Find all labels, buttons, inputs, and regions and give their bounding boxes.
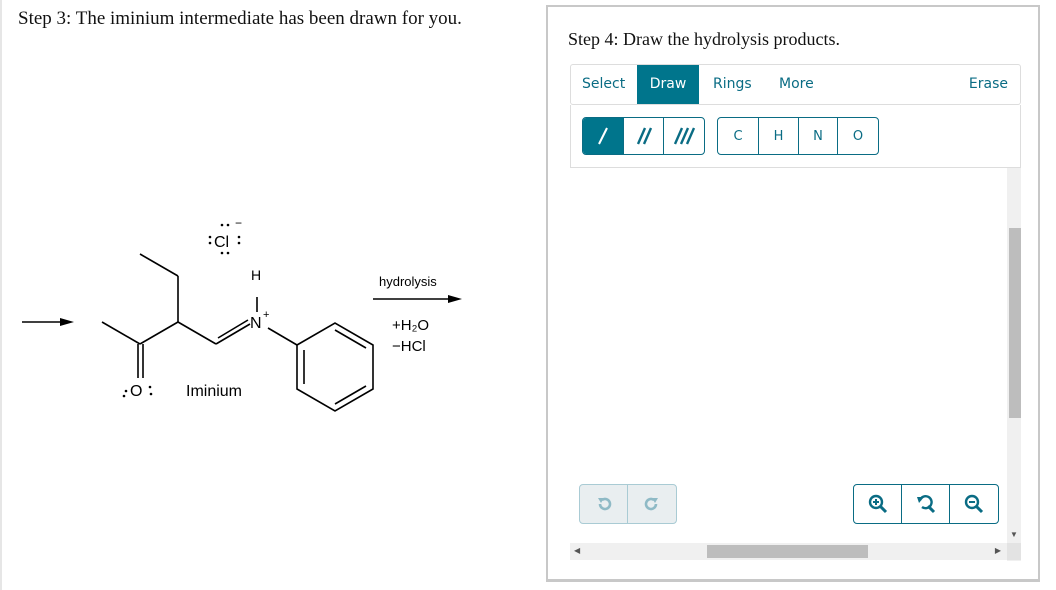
tab-more[interactable]: More bbox=[779, 65, 814, 104]
tool-area: C H N O bbox=[570, 105, 1021, 168]
horizontal-scroll-thumb[interactable] bbox=[707, 545, 868, 558]
tab-draw[interactable]: Draw bbox=[637, 65, 699, 104]
double-bond-button[interactable] bbox=[624, 118, 664, 154]
scroll-left-arrow-icon[interactable]: ◀ bbox=[574, 546, 580, 555]
draw-panel: Step 4: Draw the hydrolysis products. Se… bbox=[546, 5, 1040, 582]
vertical-scroll-thumb[interactable] bbox=[1009, 228, 1021, 418]
iminium-structure: O N + H Cl − Iminium hydrolysis +H₂O −HC… bbox=[22, 216, 462, 412]
chloride-charge: − bbox=[235, 216, 242, 230]
atom-o-button[interactable]: O bbox=[838, 118, 878, 154]
incoming-arrow bbox=[22, 318, 74, 326]
step4-title: Step 4: Draw the hydrolysis products. bbox=[568, 29, 840, 49]
editor-tabs: Select Draw Rings More Erase bbox=[570, 64, 1021, 105]
reset-zoom-button[interactable] bbox=[902, 485, 950, 523]
hydrolysis-arrow bbox=[373, 295, 462, 303]
single-bond-button[interactable] bbox=[583, 118, 625, 154]
triple-bond-icon bbox=[673, 127, 695, 145]
reset-zoom-icon bbox=[916, 495, 935, 514]
double-bond-icon bbox=[636, 127, 652, 145]
scroll-down-arrow-icon[interactable]: ▼ bbox=[1010, 530, 1018, 539]
zoom-in-button[interactable] bbox=[854, 485, 902, 523]
tab-rings[interactable]: Rings bbox=[713, 65, 752, 104]
redo-button[interactable] bbox=[628, 485, 676, 523]
undo-button[interactable] bbox=[580, 485, 628, 523]
history-tools bbox=[579, 484, 677, 524]
hydrogen-atom: H bbox=[251, 267, 261, 283]
reagent-water: +H₂O bbox=[392, 317, 429, 334]
scroll-right-arrow-icon[interactable]: ▶ bbox=[995, 546, 1001, 555]
nitrogen-charge: + bbox=[263, 309, 269, 321]
atom-tools: C H N O bbox=[717, 117, 879, 155]
vertical-scrollbar[interactable]: ▼ bbox=[1007, 168, 1021, 561]
tab-select[interactable]: Select bbox=[582, 65, 625, 104]
zoom-tools bbox=[853, 484, 999, 524]
zoom-out-button[interactable] bbox=[950, 485, 998, 523]
step3-title: Step 3: The iminium intermediate has bee… bbox=[18, 8, 462, 29]
atom-n-button[interactable]: N bbox=[799, 118, 838, 154]
atom-h-button[interactable]: H bbox=[759, 118, 799, 154]
atom-c-button[interactable]: C bbox=[718, 118, 759, 154]
undo-icon bbox=[597, 497, 611, 511]
zoom-in-icon bbox=[868, 494, 887, 514]
scrollbar-corner bbox=[1007, 543, 1021, 560]
single-bond-icon bbox=[598, 127, 609, 145]
chloride-ion: Cl bbox=[214, 234, 229, 251]
triple-bond-button[interactable] bbox=[664, 118, 704, 154]
iminium-label: Iminium bbox=[186, 383, 242, 400]
bond-tools bbox=[582, 117, 705, 155]
redo-icon bbox=[644, 497, 658, 511]
zoom-out-icon bbox=[964, 494, 984, 514]
horizontal-scrollbar[interactable]: ◀ ▶ bbox=[570, 543, 1007, 560]
reagent-hcl: −HCl bbox=[392, 338, 426, 355]
oxygen-atom: O bbox=[130, 383, 142, 400]
erase-button[interactable]: Erase bbox=[969, 65, 1008, 104]
reaction-scheme: O N + H Cl − Iminium hydrolysis +H₂O −HC… bbox=[0, 200, 545, 420]
nitrogen-atom: N bbox=[250, 315, 262, 332]
reaction-label: hydrolysis bbox=[379, 274, 437, 289]
